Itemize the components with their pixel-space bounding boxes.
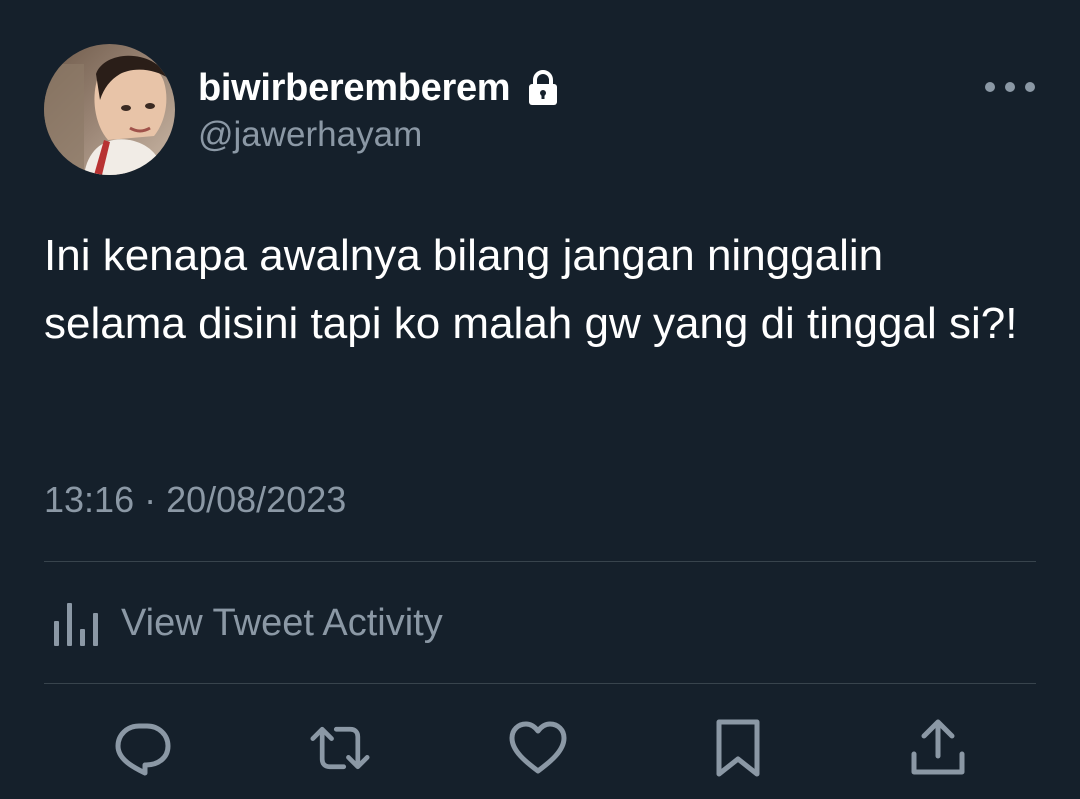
- reply-button[interactable]: [111, 716, 175, 780]
- view-tweet-activity-label: View Tweet Activity: [121, 601, 443, 644]
- share-icon: [911, 719, 965, 775]
- bookmark-icon: [716, 719, 760, 777]
- tweet-action-bar: [0, 712, 1080, 784]
- more-options-icon[interactable]: [982, 76, 1038, 98]
- like-button[interactable]: [506, 716, 570, 780]
- bar-chart-icon: [50, 597, 102, 649]
- avatar-photo: [44, 44, 175, 175]
- view-tweet-activity-button[interactable]: View Tweet Activity: [50, 596, 443, 650]
- bookmark-button[interactable]: [706, 716, 770, 780]
- reply-icon: [115, 723, 171, 776]
- tweet-text: Ini kenapa awalnya bilang jangan ninggal…: [44, 231, 1018, 348]
- retweet-icon: [310, 726, 370, 770]
- retweet-button[interactable]: [308, 716, 372, 780]
- divider: [44, 561, 1036, 562]
- heart-icon: [509, 721, 567, 774]
- author-handle[interactable]: @jawerhayam: [198, 112, 422, 158]
- lock-icon: [526, 70, 560, 106]
- author-display-name[interactable]: biwirberemberem: [198, 67, 511, 110]
- author-name-row[interactable]: biwirberemberem: [198, 64, 560, 112]
- share-button[interactable]: [906, 716, 970, 780]
- author-avatar[interactable]: [44, 44, 175, 175]
- tweet-detail-page: biwirberemberem @jawerhayam Ini kenapa a…: [0, 0, 1080, 799]
- divider: [44, 683, 1036, 684]
- tweet-timestamp[interactable]: 13:16 · 20/08/2023: [44, 474, 346, 526]
